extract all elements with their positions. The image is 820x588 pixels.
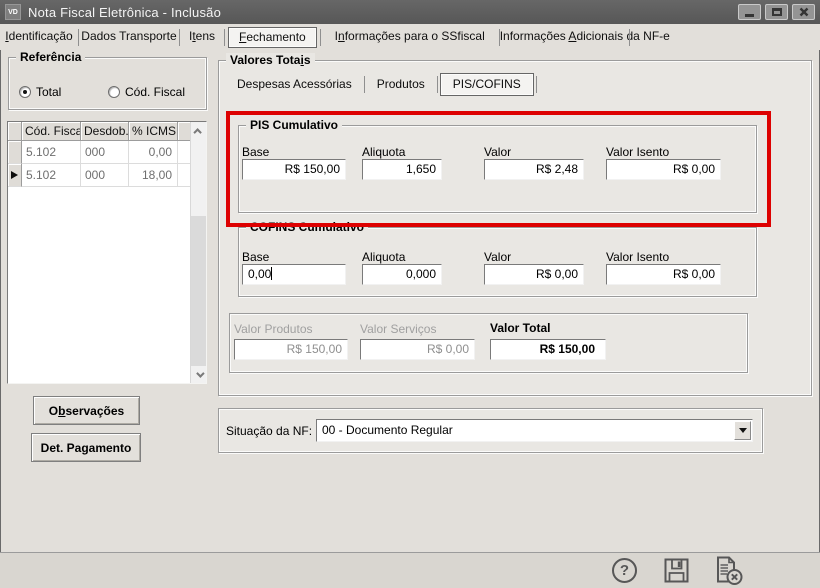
help-icon: ? (620, 562, 629, 579)
radio-cod-fiscal-icon (108, 86, 120, 98)
column-header-desdob[interactable]: Desdob. (81, 122, 129, 141)
save-icon (663, 557, 690, 584)
table-header: Cód. Fiscal Desdob. % ICMS (8, 122, 191, 141)
statusbar (0, 552, 820, 588)
subtab-pis-cofins[interactable]: PIS/COFINS (440, 73, 534, 96)
tab-bar: Identificação Dados Transporte Itens Fec… (0, 24, 820, 50)
det-pagamento-button[interactable]: Det. Pagamento (31, 433, 141, 462)
table-row[interactable]: 5.102 000 18,00 (8, 164, 191, 187)
cancel-document-icon (713, 555, 743, 586)
cell-icms: 18,00 (129, 164, 178, 187)
cofins-cumulativo-label: COFINS Cumulativo (246, 220, 368, 234)
window-title: Nota Fiscal Eletrônica - Inclusão (28, 5, 221, 20)
valores-totais-label: Valores Totais (226, 53, 315, 67)
minimize-icon (745, 14, 754, 17)
cell-icms: 0,00 (129, 141, 178, 164)
situacao-nf-value: 00 - Documento Regular (322, 423, 453, 437)
cofins-valor-isento-input[interactable]: R$ 0,00 (606, 264, 721, 285)
column-header-icms[interactable]: % ICMS (129, 122, 178, 141)
valor-total-label: Valor Total (490, 321, 550, 335)
tab-informacoes-ssfiscal[interactable]: Informações para o SSfiscal (321, 24, 499, 50)
tab-fechamento[interactable]: Fechamento (228, 27, 317, 48)
close-icon (799, 7, 809, 17)
cell-desdob: 000 (81, 164, 129, 187)
combobox-dropdown-button[interactable] (734, 421, 751, 440)
pis-cumulativo-label: PIS Cumulativo (246, 118, 342, 132)
table-vertical-scrollbar[interactable] (190, 122, 206, 383)
cofins-aliquota-label: Aliquota (362, 250, 405, 264)
cofins-aliquota-input[interactable]: 0,000 (362, 264, 442, 285)
close-button[interactable] (792, 4, 815, 20)
fiscal-codes-table: Cód. Fiscal Desdob. % ICMS 5.102 000 0,0… (7, 121, 207, 384)
cofins-valor-input[interactable]: R$ 0,00 (484, 264, 584, 285)
radio-total-icon (19, 86, 31, 98)
subtab-produtos[interactable]: Produtos (365, 73, 437, 96)
cofins-valor-label: Valor (484, 250, 511, 264)
referencia-group: Referência Total Cód. Fiscal (8, 57, 207, 110)
pis-base-input[interactable]: R$ 150,00 (242, 159, 346, 180)
subtab-despesas-acessorias[interactable]: Despesas Acessórias (225, 73, 364, 96)
titlebar: VD Nota Fiscal Eletrônica - Inclusão (0, 0, 820, 24)
row-indicator-cell (8, 164, 22, 187)
app-window: VD Nota Fiscal Eletrônica - Inclusão Ide… (0, 0, 820, 588)
column-header-cod-fiscal[interactable]: Cód. Fiscal (22, 122, 81, 141)
cell-cod-fiscal: 5.102 (22, 141, 81, 164)
valor-servicos-input: R$ 0,00 (360, 339, 475, 360)
valor-produtos-input: R$ 150,00 (234, 339, 348, 360)
valores-totais-group: Valores Totais Despesas Acessórias Produ… (218, 60, 812, 396)
maximize-button[interactable] (765, 4, 788, 20)
scroll-up-icon[interactable] (191, 122, 206, 139)
cofins-base-input[interactable]: 0,00 (242, 264, 346, 285)
scrollbar-thumb[interactable] (191, 216, 206, 368)
situacao-nf-combobox[interactable]: 00 - Documento Regular (316, 419, 753, 442)
tab-separator (629, 29, 630, 46)
row-indicator-cell (8, 141, 22, 164)
tab-informacoes-adicionais-nfe[interactable]: Informações Adicionais da NF-e (500, 24, 629, 50)
pis-base-label: Base (242, 145, 269, 159)
table-row[interactable]: 5.102 000 0,00 (8, 141, 191, 164)
tab-separator (224, 29, 225, 46)
situacao-nf-label: Situação da NF: (226, 424, 312, 438)
cofins-valor-isento-label: Valor Isento (606, 250, 669, 264)
app-icon: VD (5, 4, 21, 20)
observacoes-button[interactable]: Observações (33, 396, 140, 425)
valor-total-input: R$ 150,00 (490, 339, 606, 360)
maximize-icon (772, 8, 782, 16)
valores-totais-subtabs: Despesas Acessórias Produtos PIS/COFINS (225, 72, 537, 96)
pis-valor-isento-label: Valor Isento (606, 145, 669, 159)
chevron-down-icon (739, 428, 747, 433)
text-cursor (271, 267, 272, 280)
cell-desdob: 000 (81, 141, 129, 164)
radio-cod-fiscal[interactable]: Cód. Fiscal (108, 85, 185, 99)
valor-produtos-label: Valor Produtos (234, 322, 313, 336)
tab-itens[interactable]: Itens (180, 24, 224, 50)
pis-valor-label: Valor (484, 145, 511, 159)
cofins-base-label: Base (242, 250, 269, 264)
current-row-marker-icon (11, 171, 18, 179)
pis-valor-input[interactable]: R$ 2,48 (484, 159, 584, 180)
row-indicator-header (8, 122, 22, 141)
save-button[interactable] (663, 557, 690, 588)
window-controls (738, 4, 815, 20)
radio-total[interactable]: Total (19, 85, 61, 99)
scroll-down-icon[interactable] (191, 366, 206, 383)
referencia-group-label: Referência (16, 50, 85, 64)
pis-aliquota-input[interactable]: 1,650 (362, 159, 442, 180)
cancel-button[interactable] (713, 555, 743, 588)
pis-valor-isento-input[interactable]: R$ 0,00 (606, 159, 721, 180)
situacao-nf-panel: Situação da NF: 00 - Documento Regular (218, 408, 763, 453)
minimize-button[interactable] (738, 4, 761, 20)
pis-aliquota-label: Aliquota (362, 145, 405, 159)
valor-servicos-label: Valor Serviços (360, 322, 436, 336)
cell-cod-fiscal: 5.102 (22, 164, 81, 187)
tab-identificacao[interactable]: Identificação (0, 24, 78, 50)
help-button[interactable]: ? (612, 558, 637, 583)
tab-dados-transporte[interactable]: Dados Transporte (79, 24, 179, 50)
